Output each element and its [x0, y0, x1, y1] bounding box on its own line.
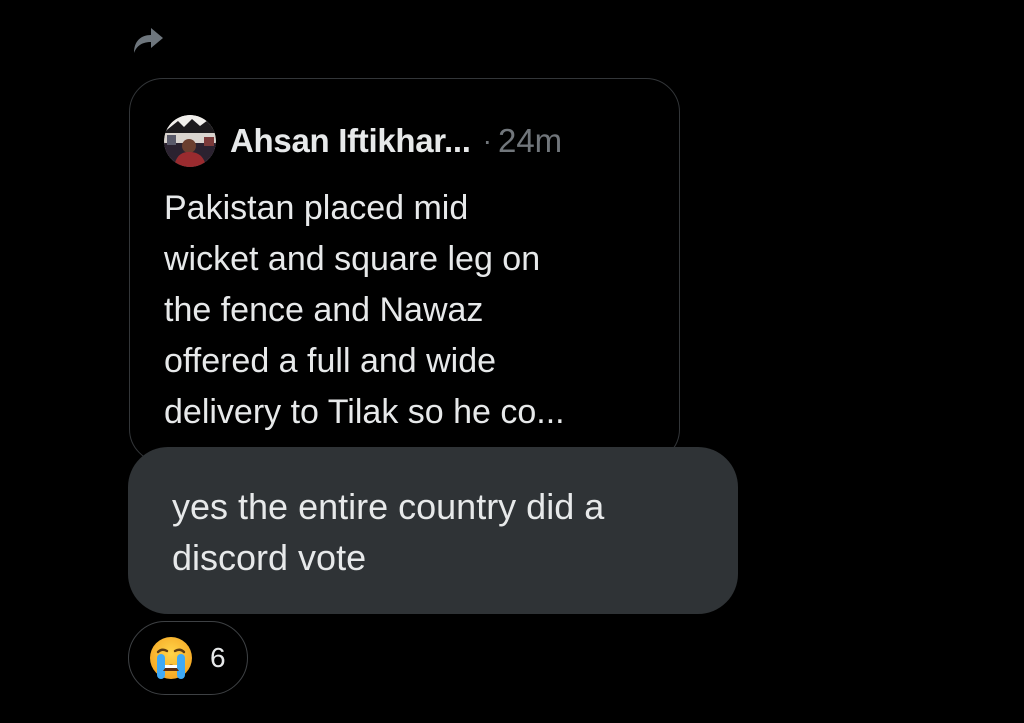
- quoted-post-text: Pakistan placed mid wicket and square le…: [164, 189, 565, 431]
- reaction-count: 6: [210, 642, 226, 673]
- quoted-post-header: Ahsan Iftikhar... · 24m: [164, 115, 562, 167]
- share-button[interactable]: [128, 22, 166, 56]
- author-name[interactable]: Ahsan Iftikhar...: [230, 122, 471, 160]
- message-bubble[interactable]: yes the entire country did a discord vot…: [128, 447, 738, 614]
- share-forward-icon: [134, 28, 163, 53]
- loudly-crying-face-icon: [148, 635, 194, 681]
- meta-separator: ·: [482, 125, 492, 156]
- message-text: yes the entire country did a discord vot…: [172, 486, 605, 578]
- quoted-post-card[interactable]: Ahsan Iftikhar... · 24m Pakistan placed …: [129, 78, 680, 463]
- avatar-image: [164, 115, 216, 167]
- post-timestamp: 24m: [497, 122, 563, 159]
- avatar[interactable]: [164, 115, 216, 167]
- reaction-button[interactable]: 6: [128, 621, 248, 695]
